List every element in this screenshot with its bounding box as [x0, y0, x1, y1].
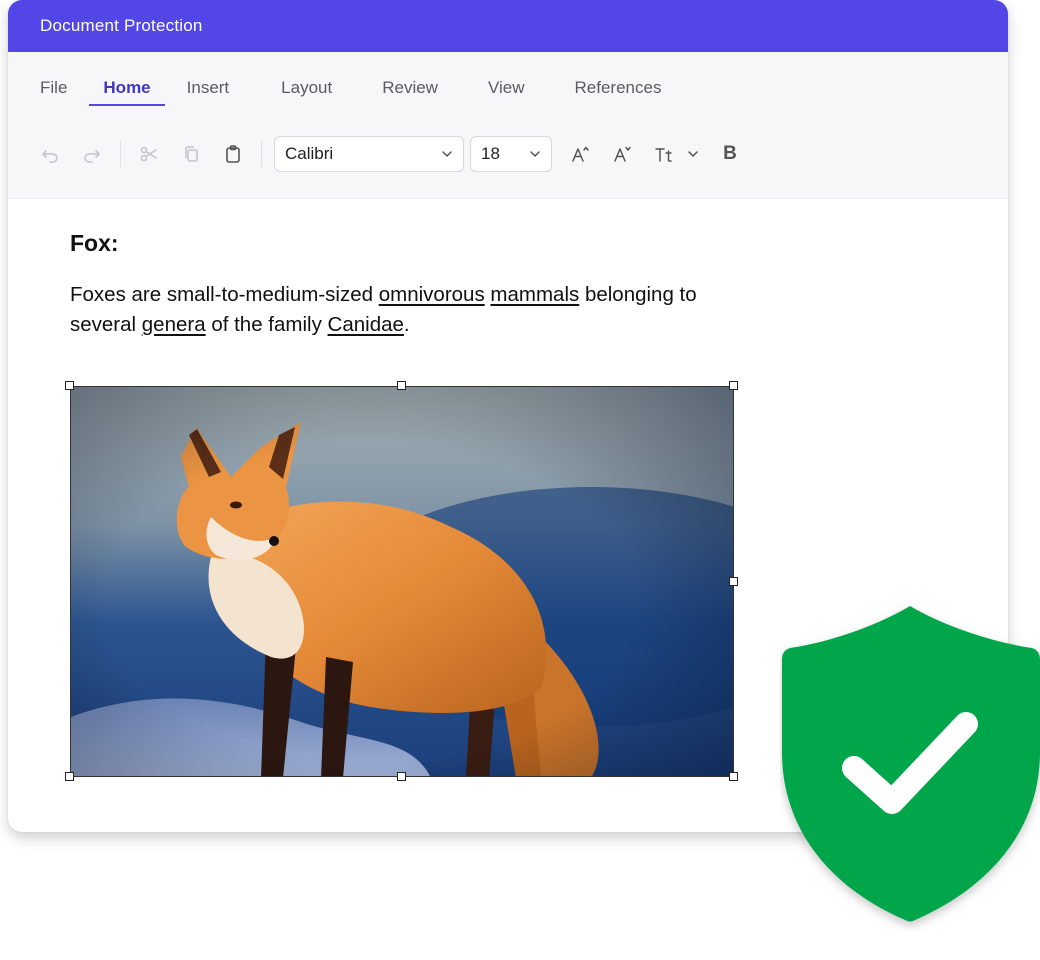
shrink-font-button[interactable] — [606, 138, 638, 170]
document-heading: Fox: — [70, 230, 119, 256]
chevron-down-icon — [441, 148, 453, 160]
redo-button[interactable] — [76, 138, 108, 170]
shield-shape — [782, 606, 1040, 922]
resize-handle-top-left[interactable] — [65, 381, 74, 390]
document-paragraph: Foxes are small-to-medium-sized omnivoro… — [70, 280, 760, 340]
redo-icon — [84, 150, 100, 163]
fox-image[interactable] — [70, 386, 734, 777]
grow-font-button[interactable] — [564, 138, 596, 170]
tab-file[interactable]: File — [26, 68, 81, 108]
font-family-select[interactable]: Calibri — [274, 136, 464, 172]
tab-insert[interactable]: Insert — [173, 68, 244, 108]
bold-button[interactable]: B — [714, 138, 746, 170]
resize-handle-top-right[interactable] — [729, 381, 738, 390]
change-case-button[interactable] — [648, 138, 680, 170]
tab-view[interactable]: View — [474, 68, 539, 108]
resize-handle-bottom-left[interactable] — [65, 772, 74, 781]
ribbon: File Home Insert Layout Review View Refe… — [8, 52, 1008, 199]
grow-font-icon — [572, 146, 589, 162]
cut-button[interactable] — [133, 138, 165, 170]
resize-handle-bottom-right[interactable] — [729, 772, 738, 781]
paragraph-text: Foxes are small-to-medium-sized — [70, 283, 379, 306]
shield-check-icon — [782, 606, 1040, 922]
paste-button[interactable] — [217, 138, 249, 170]
tab-references[interactable]: References — [561, 68, 676, 108]
change-case-dropdown[interactable] — [682, 138, 704, 170]
paragraph-text: of the family — [205, 313, 328, 336]
resize-handle-middle-right[interactable] — [729, 577, 738, 586]
cut-icon — [140, 146, 157, 162]
chevron-down-icon — [688, 151, 698, 157]
bold-icon: B — [723, 143, 737, 164]
toolbar-separator — [261, 141, 262, 167]
undo-button[interactable] — [34, 138, 66, 170]
window-title: Document Protection — [40, 16, 203, 35]
paste-icon — [226, 145, 240, 163]
chevron-down-icon — [529, 148, 541, 160]
font-family-value: Calibri — [285, 144, 334, 163]
change-case-icon — [655, 148, 672, 162]
font-size-select[interactable]: 18 — [470, 136, 552, 172]
undo-icon — [42, 150, 58, 163]
formatting-toolbar: Calibri 18 B — [8, 124, 1008, 184]
resize-handle-bottom-center[interactable] — [397, 772, 406, 781]
tab-layout[interactable]: Layout — [267, 68, 346, 108]
resize-handle-top-center[interactable] — [397, 381, 406, 390]
copy-icon — [185, 146, 198, 162]
tab-review[interactable]: Review — [368, 68, 452, 108]
toolbar-separator — [120, 141, 121, 167]
copy-button[interactable] — [175, 138, 207, 170]
ribbon-tabs: File Home Insert Layout Review View Refe… — [8, 52, 1008, 124]
paragraph-text: . — [403, 313, 410, 336]
link-mammals[interactable]: mammals — [490, 283, 579, 306]
font-size-value: 18 — [481, 144, 500, 163]
shrink-font-icon — [614, 146, 631, 162]
title-bar: Document Protection — [8, 0, 1008, 52]
tab-home[interactable]: Home — [89, 68, 165, 108]
fox-photo — [71, 387, 733, 776]
link-canidae[interactable]: Canidae — [328, 313, 404, 336]
link-genera[interactable]: genera — [142, 313, 206, 336]
link-omnivorous[interactable]: omnivorous — [379, 283, 485, 306]
